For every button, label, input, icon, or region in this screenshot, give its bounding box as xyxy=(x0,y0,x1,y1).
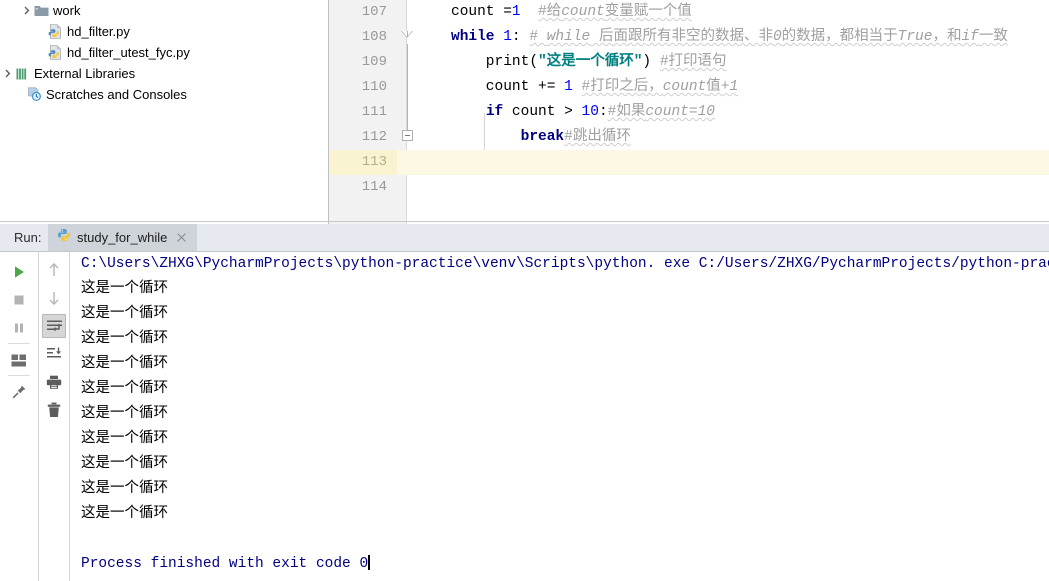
run-tool-window: Run: study_for_while C:\Users\ZHXG\Pycha… xyxy=(0,224,1049,581)
toolbar-separator xyxy=(8,343,30,344)
rerun-button[interactable] xyxy=(7,260,31,284)
text-caret xyxy=(368,555,371,570)
stop-button[interactable] xyxy=(7,288,31,312)
python-file-icon xyxy=(47,23,64,40)
console-output-line: 这是一个循环 xyxy=(81,481,168,497)
run-toolbar-primary xyxy=(0,252,39,581)
pin-icon xyxy=(12,385,26,399)
down-stacktrace-button[interactable] xyxy=(42,286,66,310)
folder-icon xyxy=(33,2,50,19)
tree-item-label: hd_filter.py xyxy=(67,24,130,39)
tree-horizontal-scrollbar-track[interactable] xyxy=(8,212,321,221)
line-number: 113 xyxy=(329,150,397,175)
tree-item-scratches-and-consoles[interactable]: Scratches and Consoles xyxy=(0,84,329,105)
console-output-line: 这是一个循环 xyxy=(81,331,168,347)
line-number: 114 xyxy=(329,175,397,200)
code-line-108[interactable]: 108 while 1: # while 后面跟所有非空的数据、非0的数据，都相当… xyxy=(329,25,1049,50)
editor-bottom-divider xyxy=(329,221,1049,222)
clear-all-button[interactable] xyxy=(42,398,66,422)
top-area: work hd_filter.py hd_filter_utest_fyc.py Ex… xyxy=(0,0,1049,224)
library-icon xyxy=(14,65,31,82)
tree-item-label: hd_filter_utest_fyc.py xyxy=(67,45,190,60)
project-tree-list: work hd_filter.py hd_filter_utest_fyc.py Ex… xyxy=(0,0,329,105)
console-output-line: 这是一个循环 xyxy=(81,506,168,522)
line-number: 108 xyxy=(329,25,397,50)
line-number: 110 xyxy=(329,75,397,100)
play-icon xyxy=(15,266,24,278)
scroll-to-end-icon xyxy=(46,347,61,358)
code-line-112[interactable]: 112 break#跳出循环 xyxy=(329,125,1049,150)
tree-arrow-placeholder xyxy=(33,42,47,63)
tree-item-label: work xyxy=(53,3,81,18)
run-tab-bar: Run: study_for_while xyxy=(0,224,1049,252)
code-line-text: while 1: # while 后面跟所有非空的数据、非0的数据，都相当于Tr… xyxy=(451,29,1008,45)
code-line-text: count =1 #给count变量赋一个值 xyxy=(451,4,692,20)
run-tab-title: study_for_while xyxy=(77,230,168,245)
soft-wrap-button[interactable] xyxy=(42,314,66,338)
console-output-line: 这是一个循环 xyxy=(81,381,168,397)
chevron-right-icon[interactable] xyxy=(19,0,33,21)
pause-icon xyxy=(15,323,23,333)
code-line-text: count += 1 #打印之后，count值+1 xyxy=(451,79,739,95)
project-tree-panel[interactable]: work hd_filter.py hd_filter_utest_fyc.py Ex… xyxy=(0,0,329,224)
tree-arrow-placeholder xyxy=(33,21,47,42)
tree-panel-divider xyxy=(0,221,329,222)
console-output-line: 这是一个循环 xyxy=(81,356,168,372)
console-output-line: 这是一个循环 xyxy=(81,431,168,447)
code-editor[interactable]: 107 count =1 #给count变量赋一个值 108 while 1: # w… xyxy=(329,0,1049,224)
printer-icon xyxy=(46,375,62,389)
tree-item-label: Scratches and Consoles xyxy=(46,87,187,102)
line-number: 107 xyxy=(329,0,397,25)
tree-item-hd-filter-utest-fyc-py[interactable]: hd_filter_utest_fyc.py xyxy=(0,42,329,63)
tree-item-work[interactable]: work xyxy=(0,0,329,21)
arrow-up-icon xyxy=(49,263,59,276)
scratches-icon xyxy=(26,86,43,103)
toolbar-separator xyxy=(8,375,30,376)
code-line-110[interactable]: 110 count += 1 #打印之后，count值+1 xyxy=(329,75,1049,100)
console-command-line: C:\Users\ZHXG\PycharmProjects\python-pra… xyxy=(81,256,1049,272)
run-console-output[interactable]: C:\Users\ZHXG\PycharmProjects\python-pra… xyxy=(71,252,1049,581)
stop-icon xyxy=(14,295,24,305)
code-line-text: if count > 10:#如果count=10 xyxy=(485,104,715,120)
run-tab-study-for-while[interactable]: study_for_while xyxy=(48,224,198,251)
scroll-to-end-button[interactable] xyxy=(42,342,66,366)
console-output-line: 这是一个循环 xyxy=(81,456,168,472)
console-output-line: 这是一个循环 xyxy=(81,306,168,322)
console-output-line: 这是一个循环 xyxy=(81,406,168,422)
console-exit-line: Process finished with exit code 0 xyxy=(81,555,371,572)
tree-arrow-placeholder xyxy=(12,84,26,105)
chevron-right-icon[interactable] xyxy=(0,63,14,84)
code-line-text: print("这是一个循环") #打印语句 xyxy=(451,54,727,70)
tree-item-label: External Libraries xyxy=(34,66,136,81)
code-line-114[interactable]: 114 xyxy=(329,175,1049,200)
restore-layout-button[interactable] xyxy=(7,348,31,372)
pause-output-button[interactable] xyxy=(7,316,31,340)
code-line-113[interactable]: 113 xyxy=(329,150,1049,175)
code-lines: 107 count =1 #给count变量赋一个值 108 while 1: # w… xyxy=(329,0,1049,224)
run-toolbar-secondary xyxy=(39,252,70,581)
pin-tab-button[interactable] xyxy=(7,380,31,404)
layout-icon xyxy=(11,354,26,366)
python-file-icon xyxy=(47,44,64,61)
line-number: 111 xyxy=(329,100,397,125)
up-stacktrace-button[interactable] xyxy=(42,258,66,282)
tree-item-external-libraries[interactable]: External Libraries xyxy=(0,63,329,84)
pycharm-window: work hd_filter.py hd_filter_utest_fyc.py Ex… xyxy=(0,0,1049,581)
soft-wrap-icon xyxy=(46,320,62,331)
close-icon[interactable] xyxy=(176,232,187,243)
code-line-text: break#跳出循环 xyxy=(520,129,631,145)
trash-icon xyxy=(47,402,61,417)
line-number: 112 xyxy=(329,125,397,150)
line-number: 109 xyxy=(329,50,397,75)
code-line-111[interactable]: 111 if count > 10:#如果count=10 xyxy=(329,100,1049,125)
console-output-line: 这是一个循环 xyxy=(81,281,168,297)
tree-item-hd-filter-py[interactable]: hd_filter.py xyxy=(0,21,329,42)
print-button[interactable] xyxy=(42,370,66,394)
python-file-icon xyxy=(57,228,71,247)
code-line-109[interactable]: 109 print("这是一个循环") #打印语句 xyxy=(329,50,1049,75)
run-window-label: Run: xyxy=(14,230,42,245)
arrow-down-icon xyxy=(49,292,59,305)
code-line-107[interactable]: 107 count =1 #给count变量赋一个值 xyxy=(329,0,1049,25)
